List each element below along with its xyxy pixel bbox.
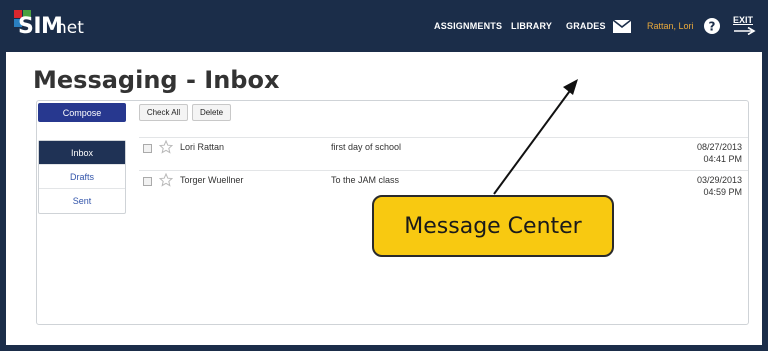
message-center-callout: Message Center	[372, 195, 614, 257]
message-checkbox[interactable]	[143, 144, 152, 153]
help-icon[interactable]: ?	[704, 18, 720, 34]
message-time: 04:41 PM	[703, 154, 742, 164]
message-sender: Torger Wuellner	[180, 175, 244, 185]
exit-label: EXIT	[733, 15, 754, 25]
folder-drafts[interactable]: Drafts	[39, 165, 125, 189]
simnet-logo[interactable]: SIM net	[14, 10, 104, 44]
exit-arrow-icon	[734, 27, 756, 35]
message-row[interactable]: Lori Rattan first day of school 08/27/20…	[139, 138, 748, 171]
message-subject[interactable]: first day of school	[331, 142, 401, 152]
nav-assignments[interactable]: ASSIGNMENTS	[434, 0, 502, 52]
folder-list: Inbox Drafts Sent	[38, 140, 126, 214]
message-checkbox[interactable]	[143, 177, 152, 186]
check-all-button[interactable]: Check All	[139, 104, 188, 121]
brand-sub-text: net	[56, 18, 84, 38]
compose-button[interactable]: Compose	[38, 103, 126, 122]
user-name-link[interactable]: Rattan, Lori	[647, 0, 694, 52]
message-sender: Lori Rattan	[180, 142, 225, 152]
message-time: 04:59 PM	[703, 187, 742, 197]
nav-library[interactable]: LIBRARY	[511, 0, 552, 52]
star-icon[interactable]	[159, 140, 173, 154]
folder-sent[interactable]: Sent	[39, 189, 125, 213]
exit-button[interactable]: EXIT	[733, 15, 757, 37]
svg-text:?: ?	[709, 20, 716, 34]
message-date: 08/27/2013	[696, 142, 742, 152]
mail-icon[interactable]	[613, 20, 631, 33]
star-icon[interactable]	[159, 173, 173, 187]
top-navigation-bar: SIM net ASSIGNMENTS LIBRARY GRADES Ratta…	[0, 0, 768, 52]
message-subject[interactable]: To the JAM class	[331, 175, 399, 185]
folder-inbox[interactable]: Inbox	[39, 141, 125, 165]
delete-button[interactable]: Delete	[192, 104, 231, 121]
page-title: Messaging - Inbox	[33, 66, 280, 94]
nav-grades[interactable]: GRADES	[566, 0, 606, 52]
message-date: 03/29/2013	[696, 175, 742, 185]
